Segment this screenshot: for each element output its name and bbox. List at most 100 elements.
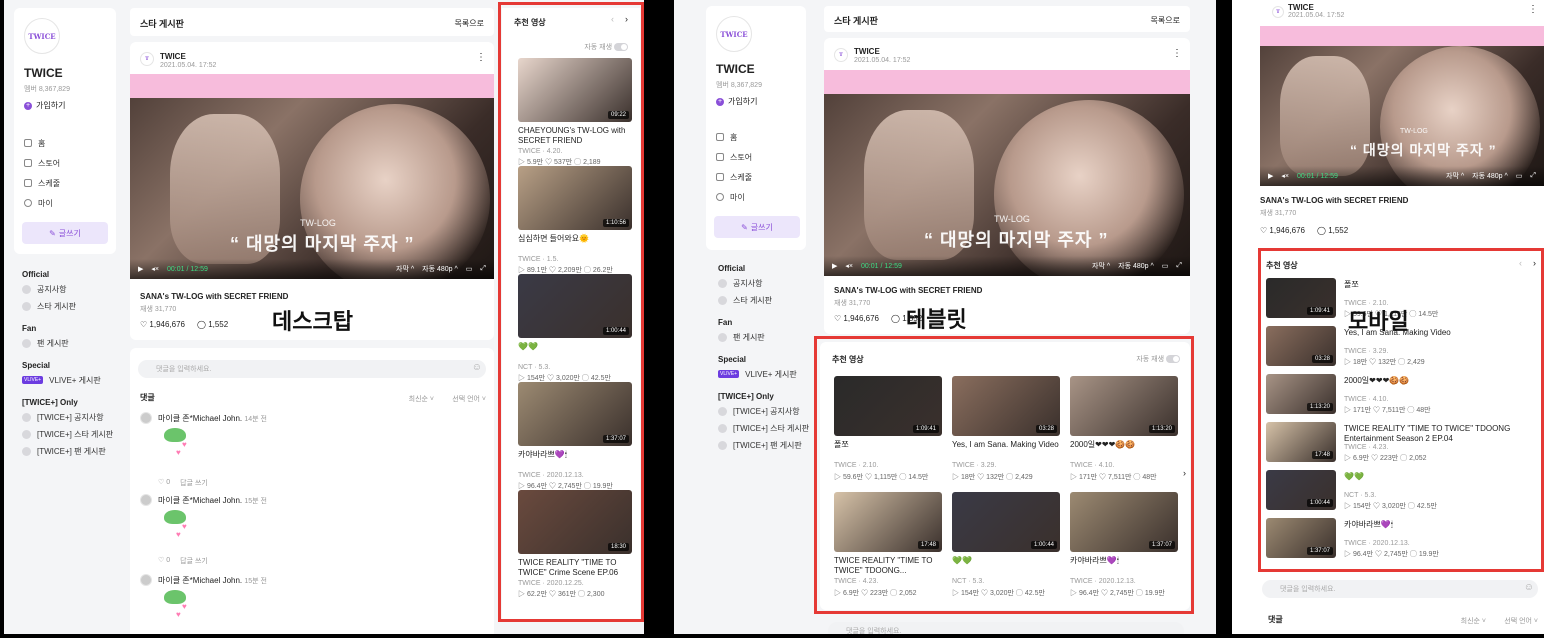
author-avatar[interactable]: T	[1272, 6, 1284, 18]
sort-dropdown[interactable]: 최신순 ˅	[1461, 616, 1486, 626]
comment-input[interactable]: 댓글을 입력하세요.	[828, 622, 1184, 634]
menu-schedule[interactable]: 스케줄	[24, 176, 60, 190]
community-name: TWICE	[24, 66, 63, 80]
like-button[interactable]: ♡ 1,946,676	[140, 320, 185, 329]
commenter-avatar[interactable]	[140, 494, 152, 506]
write-button[interactable]: ✎ 글쓰기	[22, 222, 108, 244]
video-player[interactable]: TW-LOG “ 대망의 마지막 주자 ” ▶ ◂× 00:01 / 12:59…	[824, 70, 1190, 276]
reply-button[interactable]: 답글 쓰기	[180, 556, 208, 566]
subtitle-button[interactable]: 자막 ^	[396, 264, 414, 274]
menu-my[interactable]: 마이	[716, 190, 752, 204]
sidebar-item-label: [TWICE+] 공지사항	[37, 412, 104, 422]
play-icon[interactable]: ▶	[1268, 172, 1273, 180]
community-logo[interactable]: TWICE	[716, 16, 752, 52]
sidebar-item-label: 공지사항	[733, 278, 763, 288]
post-author[interactable]: TWICE	[160, 52, 186, 61]
sidebar-item-vlive[interactable]: VLIVE+ VLIVE+ 게시판	[22, 373, 122, 387]
more-icon[interactable]: ⋮	[1528, 4, 1538, 15]
grid-icon	[24, 139, 32, 147]
quality-button[interactable]: 자동 480p ^	[1472, 171, 1508, 181]
fullscreen-icon[interactable]: ⤢	[480, 265, 486, 273]
more-icon[interactable]: ⋮	[476, 52, 486, 63]
commenter-name[interactable]: 마이클 존*Michael John.	[158, 576, 242, 585]
quality-button[interactable]: 자동 480p ^	[1118, 261, 1154, 271]
comment-time: 15분 전	[244, 498, 267, 505]
menu-store[interactable]: 스토어	[716, 150, 752, 164]
sidebar-item-vlive[interactable]: VLIVE+ VLIVE+ 게시판	[718, 367, 818, 381]
sidebar-item-fan-board[interactable]: 팬 게시판	[718, 330, 818, 344]
quality-button[interactable]: 자동 480p ^	[422, 264, 458, 274]
sidebar-item-plus-fan[interactable]: [TWICE+] 팬 게시판	[22, 444, 122, 458]
subtitle-button[interactable]: 자막 ^	[1092, 261, 1110, 271]
sidebar-item-plus-notice[interactable]: [TWICE+] 공지사항	[22, 410, 122, 424]
section-fan-title: Fan	[22, 324, 37, 333]
author-avatar[interactable]: T	[140, 52, 154, 66]
community-logo[interactable]: TWICE	[24, 18, 60, 54]
like-button[interactable]: ♡ 1,946,676	[1260, 226, 1305, 235]
volume-icon[interactable]: ◂×	[845, 262, 853, 270]
sidebar-item-plus-star[interactable]: [TWICE+] 스타 게시판	[22, 427, 122, 441]
menu-home[interactable]: 홈	[716, 130, 752, 144]
sidebar-item-notice[interactable]: 공지사항	[22, 282, 122, 296]
subtitle-button[interactable]: 자막 ^	[1446, 171, 1464, 181]
commenter-avatar[interactable]	[140, 574, 152, 586]
like-button[interactable]: ♡ 1,946,676	[834, 314, 879, 323]
volume-icon[interactable]: ◂×	[151, 265, 159, 273]
sidebar-item-fan-board[interactable]: 팬 게시판	[22, 336, 122, 350]
comment-input[interactable]: 댓글을 입력하세요.	[1262, 580, 1538, 598]
reply-button[interactable]: 답글 쓰기	[180, 478, 208, 488]
pip-icon[interactable]: ▭	[1162, 262, 1169, 270]
commenter-avatar[interactable]	[140, 412, 152, 424]
video-player[interactable]: TW-LOG “ 대망의 마지막 주자 ” ▶ ◂× 00:01 / 12:59…	[130, 74, 494, 279]
commenter-name[interactable]: 마이클 존*Michael John.	[158, 496, 242, 505]
comment-button[interactable]: ◯ 1,552	[1317, 226, 1348, 235]
menu-label: 마이	[730, 192, 745, 202]
sidebar-sections: Official 공지사항 스타 게시판 Fan 팬 게시판 Special V…	[718, 264, 818, 452]
video-time: 00:01 / 12:59	[861, 262, 902, 270]
more-icon[interactable]: ⋮	[1172, 48, 1182, 59]
board-icon	[718, 423, 727, 433]
back-to-list-link[interactable]: 목록으로	[455, 18, 484, 29]
board-icon	[22, 412, 31, 422]
post-author[interactable]: TWICE	[854, 47, 880, 56]
menu-store[interactable]: 스토어	[24, 156, 60, 170]
post-views: 재생 31,770	[140, 306, 177, 313]
pip-icon[interactable]: ▭	[1516, 172, 1523, 180]
fullscreen-icon[interactable]: ⤢	[1176, 262, 1182, 270]
join-button[interactable]: + 가입하기	[24, 100, 65, 111]
sidebar-item-plus-star[interactable]: [TWICE+] 스타 게시판	[718, 421, 818, 435]
menu-my[interactable]: 마이	[24, 196, 60, 210]
menu-home[interactable]: 홈	[24, 136, 60, 150]
language-dropdown[interactable]: 선택 언어 ˅	[452, 394, 486, 404]
sidebar-item-plus-notice[interactable]: [TWICE+] 공지사항	[718, 404, 818, 418]
volume-icon[interactable]: ◂×	[1281, 172, 1289, 180]
post-author[interactable]: TWICE	[1288, 3, 1314, 12]
sidebar-item-notice[interactable]: 공지사항	[718, 276, 818, 290]
sidebar-item-plus-fan[interactable]: [TWICE+] 팬 게시판	[718, 438, 818, 452]
menu-label: 스토어	[730, 152, 753, 162]
sidebar-item-star-board[interactable]: 스타 게시판	[22, 299, 122, 313]
sidebar-item-star-board[interactable]: 스타 게시판	[718, 293, 818, 307]
play-icon[interactable]: ▶	[138, 265, 143, 273]
member-count: 멤버 8,367,829	[24, 86, 70, 93]
sort-dropdown[interactable]: 최신순 ˅	[409, 394, 434, 404]
comment-like[interactable]: ♡ 0	[158, 478, 170, 488]
emoji-icon[interactable]: ☺	[1524, 582, 1534, 593]
join-button[interactable]: + 가입하기	[716, 96, 757, 107]
back-to-list-link[interactable]: 목록으로	[1151, 15, 1180, 26]
write-button[interactable]: ✎ 글쓰기	[714, 216, 800, 238]
menu-schedule[interactable]: 스케줄	[716, 170, 752, 184]
author-avatar[interactable]: T	[834, 48, 848, 62]
fullscreen-icon[interactable]: ⤢	[1530, 172, 1536, 180]
comment-button[interactable]: ◯ 1,552	[197, 320, 228, 329]
play-icon[interactable]: ▶	[832, 262, 837, 270]
video-player[interactable]: TW-LOG “ 대망의 마지막 주자 ” ▶ ◂× 00:01 / 12:59…	[1260, 26, 1544, 186]
comment-icon: ◯	[197, 320, 206, 329]
pip-icon[interactable]: ▭	[466, 265, 473, 273]
language-dropdown[interactable]: 선택 언어 ˅	[1504, 616, 1538, 626]
comment-like[interactable]: ♡ 0	[158, 556, 170, 566]
highlight-box	[814, 336, 1194, 614]
comment-input[interactable]: 댓글을 입력하세요.	[138, 360, 486, 378]
emoji-icon[interactable]: ☺	[472, 362, 482, 373]
commenter-name[interactable]: 마이클 존*Michael John.	[158, 414, 242, 423]
